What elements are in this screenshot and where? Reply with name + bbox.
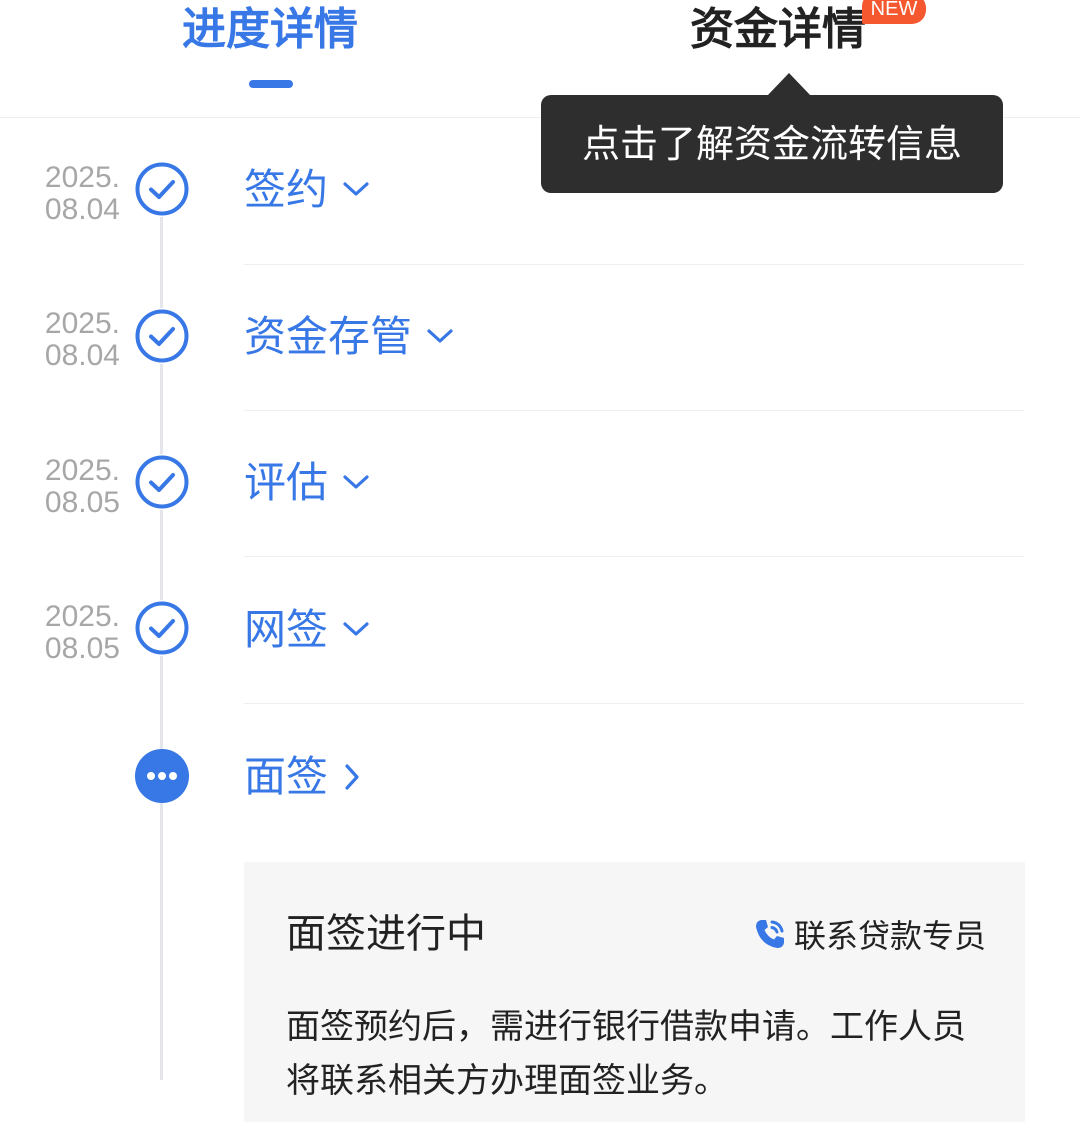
detail-title: 面签进行中: [286, 911, 486, 957]
step-date-year: 2025.: [44, 161, 120, 194]
step-label: 资金存管: [244, 312, 413, 361]
tab-funds-details[interactable]: 资金详情: [690, 2, 866, 58]
step-date: 2025. 08.04: [18, 308, 120, 372]
check-circle-icon: [134, 454, 190, 510]
step-divider: [244, 703, 1024, 704]
active-tab-indicator: [249, 80, 293, 88]
step-divider: [244, 410, 1024, 411]
detail-description: 面签预约后，需进行银行借款申请。工作人员将联系相关方办理面签业务。: [286, 1007, 966, 1101]
step-date-year: 2025.: [44, 307, 120, 340]
check-circle-icon: [134, 308, 190, 364]
step-date-day: 08.04: [44, 339, 120, 372]
chevron-down-icon: [426, 328, 454, 346]
step-label: 网签: [244, 605, 329, 654]
phone-icon: [752, 916, 788, 956]
contact-label: 联系贷款专员: [794, 917, 987, 955]
chevron-down-icon: [342, 474, 370, 492]
step-date: 2025. 08.05: [18, 601, 120, 665]
tooltip-arrow: [767, 73, 811, 96]
step-date: 2025. 08.05: [18, 455, 120, 519]
chevron-down-icon: [342, 621, 370, 639]
step-online-signing[interactable]: 网签: [244, 600, 370, 660]
step-fund-custody[interactable]: 资金存管: [244, 307, 454, 367]
step-detail-panel: 面签进行中 联系贷款专员 面签预约后，需进行银行借款申请。工作人员将联系相关方办…: [244, 862, 1025, 1122]
new-badge: NEW: [862, 0, 926, 24]
step-label: 签约: [244, 165, 329, 214]
step-label: 评估: [244, 458, 329, 507]
step-signing[interactable]: 签约: [244, 160, 370, 220]
step-appraisal[interactable]: 评估: [244, 453, 370, 513]
step-face-signing[interactable]: 面签: [244, 747, 362, 807]
step-label: 面签: [244, 752, 329, 801]
chevron-right-icon: [342, 763, 362, 791]
contact-loan-officer-button[interactable]: 联系贷款专员: [752, 916, 986, 956]
step-date-day: 08.04: [44, 193, 120, 226]
step-date: 2025. 08.04: [18, 162, 120, 226]
tab-progress-details[interactable]: 进度详情: [182, 2, 358, 58]
step-date-day: 08.05: [44, 632, 120, 665]
more-dots-icon: [134, 748, 190, 804]
step-divider: [244, 264, 1024, 265]
check-circle-icon: [134, 161, 190, 217]
step-divider: [244, 556, 1024, 557]
step-date-year: 2025.: [44, 600, 120, 633]
chevron-down-icon: [342, 181, 370, 199]
check-circle-icon: [134, 600, 190, 656]
funds-tooltip[interactable]: 点击了解资金流转信息: [541, 95, 1003, 193]
step-date-year: 2025.: [44, 454, 120, 487]
step-date-day: 08.05: [44, 486, 120, 519]
